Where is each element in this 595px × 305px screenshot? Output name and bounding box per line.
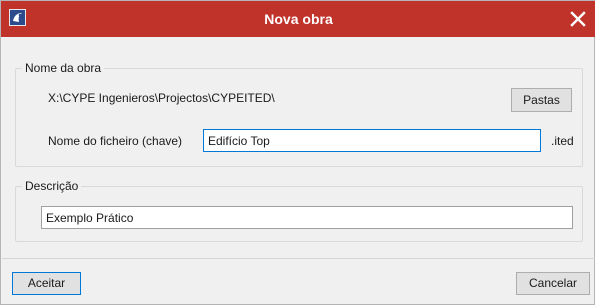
title-bar: Nova obra	[1, 1, 595, 37]
close-icon[interactable]	[566, 7, 590, 31]
project-name-legend: Nome da obra	[25, 61, 102, 75]
description-input[interactable]	[41, 206, 573, 229]
file-name-input[interactable]	[203, 129, 541, 152]
accept-button[interactable]: Aceitar	[12, 272, 81, 295]
file-extension: .ited	[551, 134, 574, 148]
window-title: Nova obra	[264, 11, 333, 27]
cancel-button[interactable]: Cancelar	[516, 272, 590, 295]
file-name-label: Nome do ficheiro (chave)	[48, 134, 183, 148]
dialog-window: Nova obra Nome da obra X:\CYPE Ingeniero…	[0, 0, 595, 305]
footer-separator	[2, 258, 595, 259]
description-legend: Descrição	[25, 179, 79, 193]
folders-button[interactable]: Pastas	[511, 88, 572, 112]
project-path: X:\CYPE Ingenieros\Projectos\CYPEITED\	[48, 91, 275, 105]
close-button[interactable]	[566, 7, 590, 31]
